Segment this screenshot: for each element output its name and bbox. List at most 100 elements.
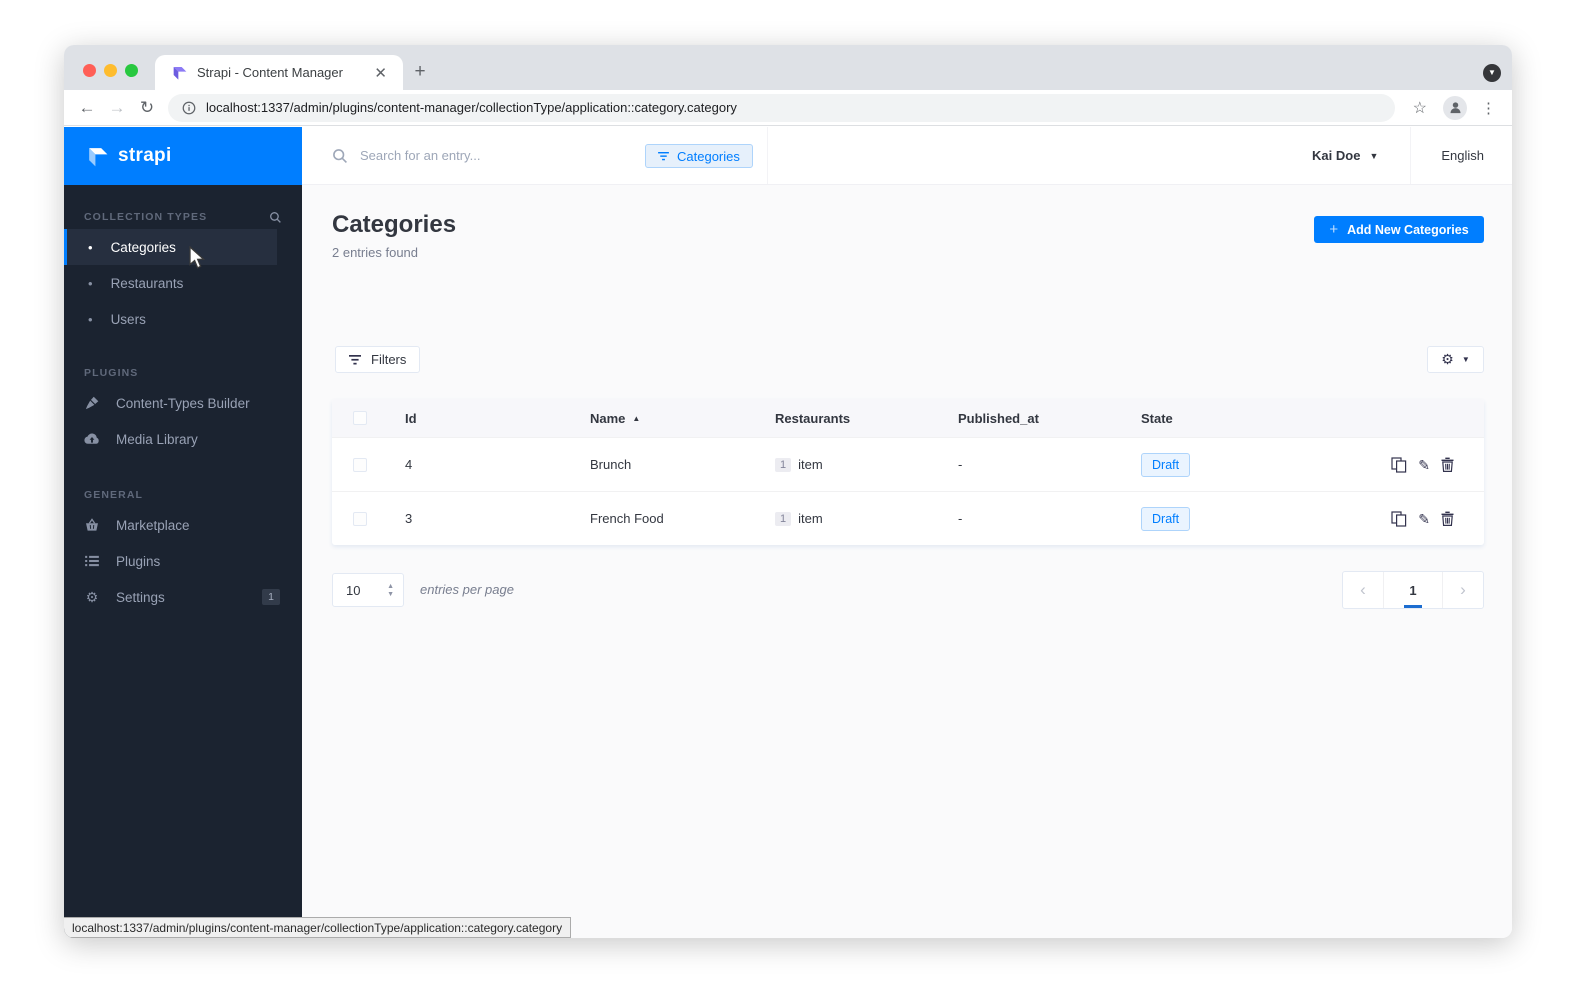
basket-icon	[84, 518, 100, 532]
cell-restaurants: 1 item	[758, 511, 941, 526]
duplicate-icon[interactable]	[1391, 510, 1407, 527]
row-checkbox[interactable]	[353, 457, 367, 472]
cloud-upload-icon	[84, 433, 100, 445]
gear-icon: ⚙	[85, 589, 99, 605]
cell-name: French Food	[590, 511, 664, 526]
search-icon[interactable]	[269, 211, 282, 224]
browser-tab[interactable]: Strapi - Content Manager ✕	[155, 55, 403, 90]
row-actions: ✎	[1354, 510, 1484, 527]
browser-tabstrip: Strapi - Content Manager ✕ + ▼	[64, 45, 1512, 90]
logo-band[interactable]: strapi	[64, 127, 302, 185]
settings-badge: 1	[262, 589, 280, 605]
cell-published-at: -	[958, 457, 963, 472]
chevron-down-icon[interactable]: ▼	[1369, 151, 1378, 161]
url-bar[interactable]: localhost:1337/admin/plugins/content-man…	[168, 93, 1395, 122]
stepper-icons[interactable]: ▲ ▼	[387, 583, 403, 598]
tab-overflow-icon[interactable]: ▼	[1483, 64, 1501, 82]
zoom-window-button[interactable]	[125, 64, 138, 77]
pagination: ‹ 1 ›	[1342, 571, 1484, 609]
section-title: COLLECTION TYPES	[84, 211, 208, 223]
filters-button[interactable]: Filters	[335, 346, 421, 373]
cell-id: 3	[405, 511, 413, 526]
delete-icon[interactable]	[1441, 457, 1454, 472]
site-info-icon[interactable]	[182, 101, 196, 115]
cell-restaurants: 1 item	[758, 457, 941, 472]
sidebar-item-categories[interactable]: • Categories	[64, 229, 277, 265]
section-plugins: PLUGINS	[64, 361, 302, 385]
chevron-down-icon: ▼	[1461, 355, 1470, 364]
browser-profile-avatar[interactable]	[1443, 95, 1467, 120]
user-menu[interactable]: Kai Doe	[1312, 148, 1360, 163]
url-text: localhost:1337/admin/plugins/content-man…	[206, 100, 737, 115]
filter-icon	[658, 151, 669, 160]
reload-icon[interactable]: ↻	[132, 98, 162, 118]
mouse-cursor	[189, 246, 205, 269]
search-icon	[333, 148, 347, 163]
sidebar-item-media-library[interactable]: Media Library	[64, 421, 302, 457]
delete-icon[interactable]	[1441, 511, 1454, 526]
state-badge: Draft	[1141, 452, 1191, 477]
edit-icon[interactable]: ✎	[1418, 458, 1430, 472]
table-row[interactable]: 4 Brunch 1 item - Draft ✎	[332, 437, 1484, 491]
sidebar-item-label: Settings	[116, 589, 165, 605]
tab-close-icon[interactable]: ✕	[370, 64, 391, 82]
page-size-select[interactable]: 10 ▲ ▼	[332, 573, 404, 607]
column-header-name[interactable]: Name ▲	[573, 411, 758, 426]
status-bar-url: localhost:1337/admin/plugins/content-man…	[64, 917, 572, 938]
sidebar-item-users[interactable]: • Users	[64, 301, 302, 337]
new-tab-icon[interactable]: +	[407, 59, 433, 85]
section-general: GENERAL	[64, 483, 302, 507]
table-settings-button[interactable]: ⚙ ▼	[1427, 346, 1484, 373]
sidebar-item-label: Plugins	[116, 553, 161, 569]
add-new-categories-button[interactable]: + Add New Categories	[1314, 216, 1484, 243]
entries-count: 2 entries found	[332, 245, 419, 260]
entry-search-input[interactable]	[360, 148, 590, 163]
edit-icon[interactable]: ✎	[1418, 512, 1430, 526]
column-header-published-at[interactable]: Published_at	[941, 411, 1124, 426]
filter-chip-label: Categories	[677, 148, 740, 164]
strapi-admin: strapi COLLECTION TYPES • Categories • R…	[64, 127, 1512, 938]
browser-window: Strapi - Content Manager ✕ + ▼ ← → ↻ loc…	[64, 45, 1512, 938]
sidebar-item-content-types-builder[interactable]: Content-Types Builder	[64, 385, 302, 421]
window-controls	[83, 64, 138, 77]
column-header-id[interactable]: Id	[388, 411, 573, 426]
entries-table: Id Name ▲ Restaurants Published_at State …	[332, 399, 1484, 545]
language-selector[interactable]: English	[1441, 148, 1484, 163]
row-actions: ✎	[1354, 456, 1484, 473]
cell-published-at: -	[958, 511, 963, 526]
column-header-restaurants[interactable]: Restaurants	[758, 411, 941, 426]
count-badge: 1	[775, 457, 792, 472]
topbar-divider	[1410, 127, 1412, 184]
bullet-icon: •	[88, 239, 93, 255]
bookmark-star-icon[interactable]: ☆	[1405, 98, 1435, 118]
next-page-icon[interactable]: ›	[1443, 572, 1483, 608]
sidebar-item-label: Content-Types Builder	[116, 395, 250, 411]
duplicate-icon[interactable]	[1391, 456, 1407, 473]
back-icon[interactable]: ←	[72, 98, 102, 118]
minimize-window-button[interactable]	[104, 64, 117, 77]
sidebar-item-marketplace[interactable]: Marketplace	[64, 507, 302, 543]
list-icon	[84, 555, 100, 567]
bullet-icon: •	[88, 311, 93, 327]
close-window-button[interactable]	[83, 64, 96, 77]
forward-icon[interactable]: →	[102, 98, 132, 118]
sidebar-item-plugins[interactable]: Plugins	[64, 543, 302, 579]
previous-page-icon[interactable]: ‹	[1343, 572, 1383, 608]
table-header-row: Id Name ▲ Restaurants Published_at State	[332, 399, 1484, 437]
table-row[interactable]: 3 French Food 1 item - Draft ✎	[332, 491, 1484, 545]
browser-menu-icon[interactable]: ⋮	[1475, 99, 1502, 117]
row-checkbox[interactable]	[353, 511, 367, 526]
count-label: item	[798, 511, 823, 526]
select-all-checkbox[interactable]	[353, 411, 367, 425]
bullet-icon: •	[88, 275, 93, 291]
current-page[interactable]: 1	[1383, 572, 1443, 608]
cell-id: 4	[405, 457, 413, 472]
collection-filter-chip[interactable]: Categories	[645, 144, 753, 168]
sidebar-item-restaurants[interactable]: • Restaurants	[64, 265, 302, 301]
column-header-state[interactable]: State	[1124, 411, 1354, 426]
filter-icon	[349, 354, 361, 364]
app-topbar: Categories Kai Doe ▼ English	[302, 127, 1512, 185]
desktop: Strapi - Content Manager ✕ + ▼ ← → ↻ loc…	[0, 0, 1580, 1000]
sidebar-item-settings[interactable]: ⚙ Settings 1	[64, 579, 302, 615]
logo-text: strapi	[118, 145, 172, 166]
